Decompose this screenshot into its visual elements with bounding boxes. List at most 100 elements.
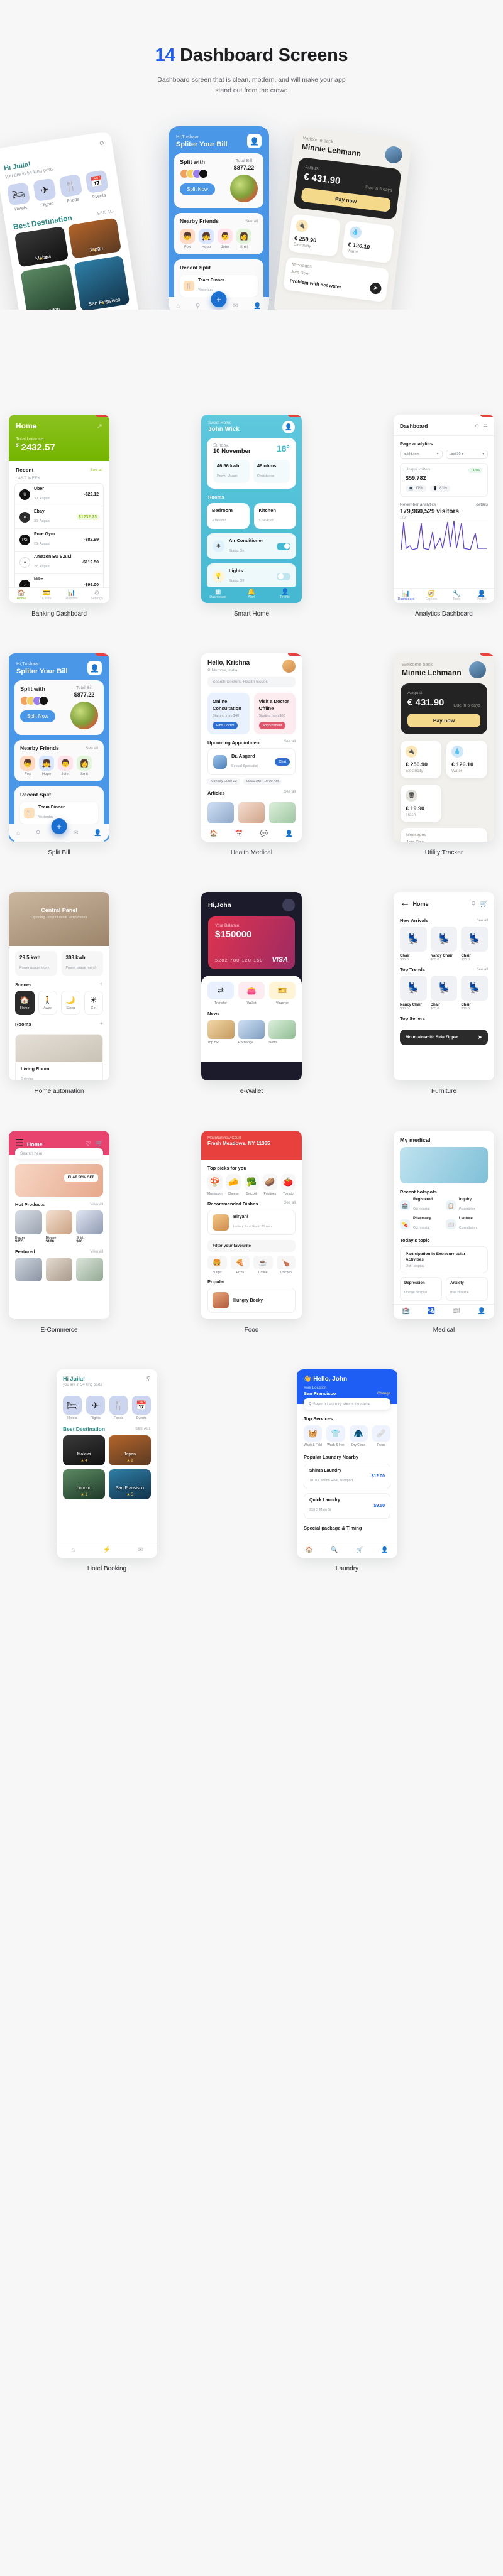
payment-card[interactable]: Your Balance $150000 5282 780 120 150 VI… [208, 916, 295, 969]
friend-item[interactable]: 👩 Smit [77, 756, 92, 776]
device-air-conditioner[interactable]: ❄ Air Conditioner Status On [207, 533, 296, 559]
laundry-item[interactable]: Shinta Laundry 1810 Camino Real, Newport $… [304, 1464, 390, 1489]
dish-item[interactable]: Biryani Indian, Fast Food 35 min [207, 1210, 296, 1235]
search-input[interactable]: Search here [15, 1148, 103, 1159]
product-card[interactable]: 💺 Nancy Chair $35.0 [430, 927, 458, 962]
product-card[interactable] [45, 1258, 73, 1281]
product-card[interactable]: Blazer $355 [15, 1210, 42, 1244]
see-all-link[interactable]: See all [245, 219, 258, 224]
product-card[interactable] [15, 1258, 42, 1281]
action-voucher[interactable]: 🎫 Voucher [269, 982, 296, 1005]
search-input[interactable]: ⚲ Search Laundry shops by name [304, 1398, 390, 1410]
product-card[interactable]: Shirt $90 [76, 1210, 104, 1244]
search-icon[interactable]: ⚲ [196, 303, 200, 310]
friend-item[interactable]: 👨 John [218, 229, 233, 249]
scene-away[interactable]: 🚶 Away [38, 991, 57, 1015]
article-thumb[interactable] [238, 802, 265, 823]
product-card[interactable]: Blouse $180 [45, 1210, 73, 1244]
nav-service[interactable]: 🛂 [419, 1305, 444, 1319]
filter-burger[interactable]: 🍔 Burger [207, 1256, 227, 1274]
nav-dashboard[interactable]: ▦ Dashboard [201, 587, 235, 603]
quick-action-hotels[interactable]: 🛏 Hotels [63, 1396, 82, 1420]
product-card[interactable]: 💺 Chair $35.0 [400, 927, 427, 962]
hotspot-lecture[interactable]: 📖 Lecture Consultation [446, 1217, 488, 1232]
nav-orders[interactable]: 🛒 [347, 1543, 372, 1558]
friend-item[interactable]: 👧 Hope [39, 756, 54, 776]
quick-action-foods[interactable]: 🍴 Foods [58, 173, 84, 205]
cart-icon[interactable]: 🛒 [96, 1141, 103, 1148]
user-icon[interactable]: 👤 [253, 303, 261, 310]
see-all-link[interactable]: See all [284, 740, 296, 746]
category-broccoli[interactable]: 🥦 Broccoli [244, 1174, 259, 1196]
messages-card[interactable]: Messages Jem DoeProblem with hot water➤ [401, 828, 487, 842]
device-lights[interactable]: 💡 Lights Status Off [207, 563, 296, 589]
room-card-kitchen[interactable]: Kitchen 5 devices [253, 503, 296, 529]
search-icon[interactable]: ⚲ [475, 423, 479, 430]
service-dry-clean[interactable]: 🧥 Dry Clean [349, 1425, 368, 1448]
friend-item[interactable]: 👨 John [58, 756, 73, 776]
see-all-link[interactable]: See all [284, 790, 296, 796]
quick-action-foods[interactable]: 🍴 Foods [109, 1396, 128, 1420]
quick-action-events[interactable]: 📅 Events [85, 170, 109, 200]
news-item[interactable]: Top BR [207, 1020, 235, 1045]
utility-tile-electricity[interactable]: 🔌 € 250.90 Electricity [287, 214, 341, 258]
laundry-item[interactable]: Quick Laundry 220 S Main St $9.50 [304, 1493, 390, 1519]
avatar[interactable] [469, 661, 486, 678]
appointment-card[interactable]: Dr. Asgard Sexual Specialist Chat [207, 748, 296, 775]
hotspot-pharmacy[interactable]: 💊 Pharmacy Oct hospital [400, 1217, 442, 1232]
see-all-link[interactable]: SEE ALL [97, 209, 116, 215]
avatar[interactable]: 👤 [87, 661, 102, 675]
device-toggle[interactable] [277, 572, 290, 580]
chat-button[interactable]: Chat [275, 758, 290, 766]
quick-action-flights[interactable]: ✈ Flights [86, 1396, 105, 1420]
table-row[interactable]: a Amazon EU S.a.r.l 27. August -$112.50 [15, 552, 103, 574]
destination-card[interactable]: San Fransisco ★ 5 [109, 1469, 151, 1499]
article-thumb[interactable] [269, 802, 296, 823]
filter-site[interactable]: quirkt.com ▾ [400, 450, 443, 459]
destination-card[interactable]: London ★ 1 [20, 264, 77, 310]
add-split-fab[interactable]: + [51, 818, 67, 834]
nav-home[interactable]: 🏠 [201, 827, 226, 842]
scene-home[interactable]: 🏠 Home [15, 991, 35, 1015]
friend-item[interactable]: 👧 Hope [199, 229, 214, 249]
nav-home[interactable]: ⌂ [57, 1543, 90, 1558]
nav-alert[interactable]: 🔔 Alert [235, 587, 268, 603]
nav-search[interactable]: 🔍 [322, 1543, 347, 1558]
nav-chat[interactable]: ✉ [124, 1543, 157, 1558]
hotspot-registered[interactable]: 🏥 Registered Oct hospital [400, 1198, 442, 1213]
nav-settings[interactable]: ⚙ Settings [84, 588, 109, 603]
hotspot-inquiry[interactable]: 📋 Inquiry Prescription [446, 1198, 488, 1213]
see-all-link[interactable]: See all [477, 919, 488, 923]
service-press[interactable]: 🩹 Press [372, 1425, 390, 1448]
quick-action-events[interactable]: 📅 Events [132, 1396, 151, 1420]
details-link[interactable]: details [476, 503, 488, 507]
room-card-living-room[interactable]: Living Room 6 device [15, 1034, 103, 1080]
chat-icon[interactable]: ✉ [73, 830, 78, 837]
nav-explore[interactable]: 🧭 Explore [419, 589, 444, 603]
nav-flash[interactable]: ⚡ [90, 1543, 123, 1558]
destination-card[interactable]: San Fransisco ★ 5 [73, 255, 130, 310]
friend-item[interactable]: 👦 Fox [20, 756, 35, 776]
cart-icon[interactable]: 🛒 [480, 901, 488, 908]
see-all-link[interactable]: View all [90, 1203, 103, 1207]
table-row[interactable]: e Ebay 30. August $1232.23 [15, 506, 103, 529]
article-thumb[interactable] [207, 802, 234, 823]
nav-tools[interactable]: 🔧 Tools [444, 589, 469, 603]
product-card[interactable]: 💺 Nancy Chair $35.0 [400, 976, 427, 1011]
category-mushroom[interactable]: 🍄 Mushroom [207, 1174, 223, 1196]
avatar[interactable]: 👤 [247, 134, 262, 148]
see-all-link[interactable]: SEE ALL [135, 1427, 151, 1431]
utility-tile-water[interactable]: 💧 € 126.10 Water [341, 220, 395, 264]
split-now-button[interactable]: Split Now [20, 710, 55, 722]
nav-cards[interactable]: 💳 Cards [34, 588, 59, 603]
add-split-fab[interactable]: + [211, 291, 227, 307]
product-card[interactable]: 💺 Chair $35.0 [461, 976, 489, 1011]
change-link[interactable]: Change [377, 1392, 390, 1396]
destination-card[interactable]: London ★ 1 [63, 1469, 105, 1499]
news-item[interactable]: Exchange [238, 1020, 265, 1045]
device-toggle[interactable] [277, 542, 290, 550]
nav-chat[interactable]: 💬 [252, 827, 277, 842]
destination-card[interactable]: Malawi ★ 4 [63, 1435, 105, 1465]
card-button[interactable]: Find Doctor [213, 722, 238, 729]
friend-item[interactable]: 👩 Smit [236, 229, 252, 249]
